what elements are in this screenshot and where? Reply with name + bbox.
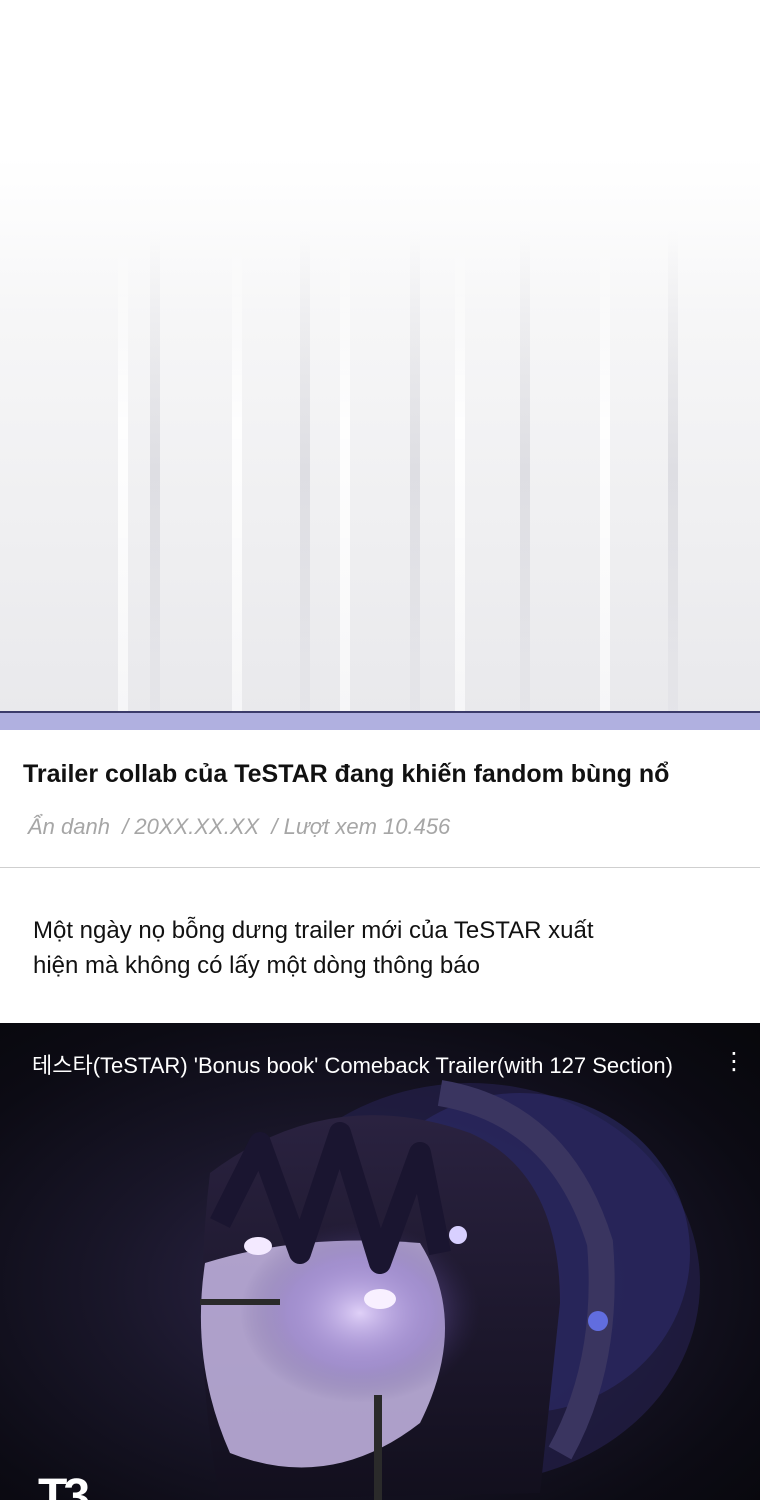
article-text-line: hiện mà không có lấy một dòng thông báo [33, 952, 480, 979]
light-streak [520, 230, 530, 712]
light-streak [340, 230, 350, 712]
view-count: / Lượt xem 10.456 [271, 814, 451, 839]
more-vertical-icon[interactable]: ⋮ [722, 1049, 746, 1075]
article-title[interactable]: Trailer collab của TeSTAR đang khiến fan… [23, 760, 669, 789]
article-header: Trailer collab của TeSTAR đang khiến fan… [0, 730, 760, 868]
light-streak [118, 230, 128, 712]
author-name: Ẩn danh [28, 814, 110, 839]
light-streak [150, 230, 160, 712]
post-date: / 20XX.XX.XX [122, 814, 260, 839]
light-streak [410, 230, 420, 712]
video-thumbnail [200, 1080, 700, 1500]
light-streak [455, 230, 465, 712]
article-meta: Ẩn danh / 20XX.XX.XX / Lượt xem 10.456 [28, 814, 450, 840]
light-streak [300, 230, 310, 712]
embedded-video-player[interactable]: 테스타(TeSTAR) 'Bonus book' Comeback Traile… [0, 1023, 760, 1500]
light-streak [232, 230, 242, 712]
channel-logo: T3 [38, 1470, 90, 1500]
light-streak [600, 230, 610, 712]
video-title[interactable]: 테스타(TeSTAR) 'Bonus book' Comeback Traile… [32, 1048, 673, 1080]
accent-divider-bar [0, 711, 760, 730]
article-body: Một ngày nọ bỗng dưng trailer mới của Te… [0, 869, 760, 1023]
article-text-line: Một ngày nọ bỗng dưng trailer mới của Te… [33, 917, 594, 944]
article-text: Một ngày nọ bỗng dưng trailer mới của Te… [33, 913, 673, 983]
light-streak [668, 230, 678, 712]
top-illustration-panel [0, 0, 760, 712]
